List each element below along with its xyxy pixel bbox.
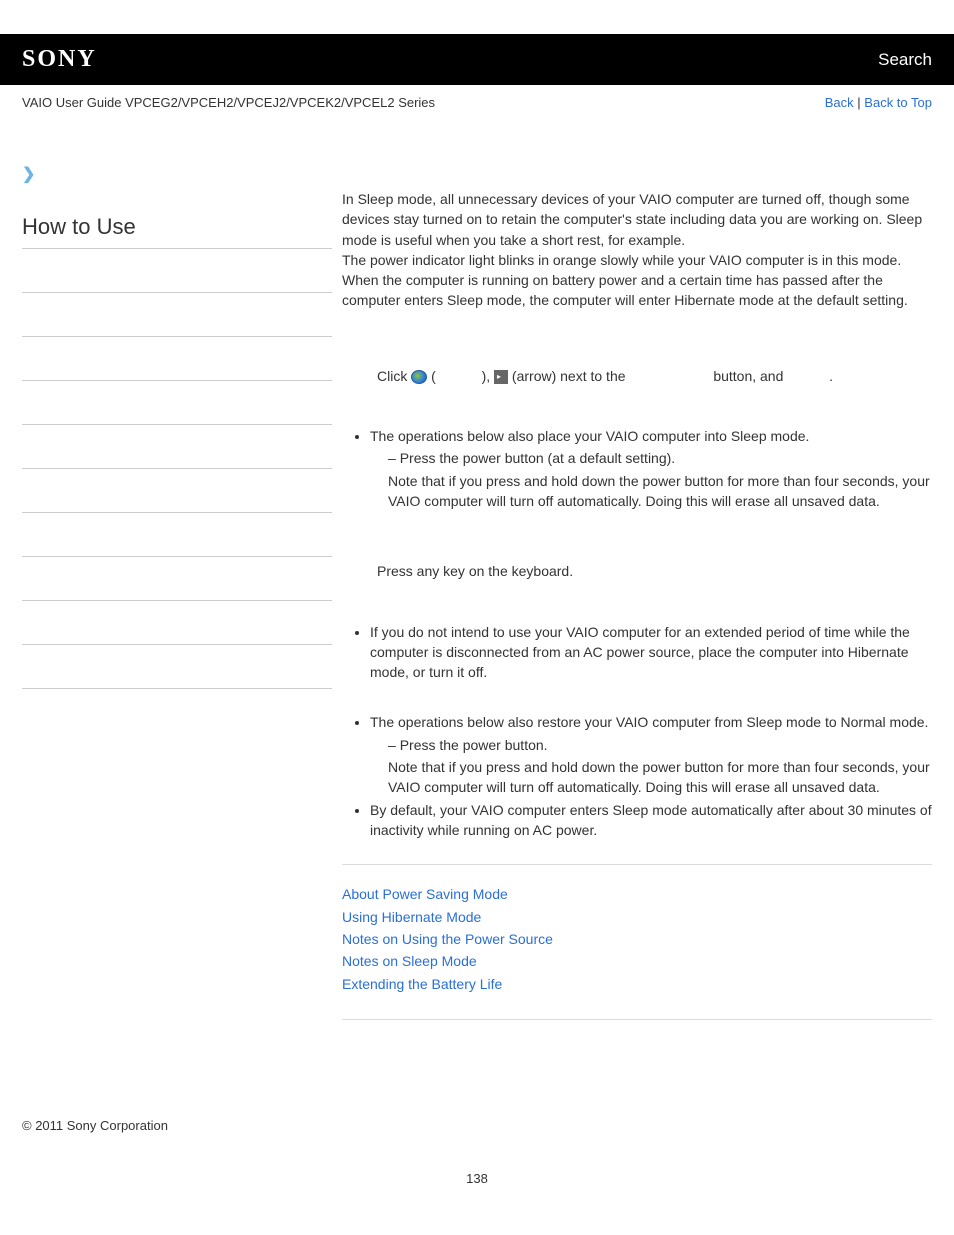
sony-logo: SONY — [22, 46, 97, 73]
instruction-line: Click ( ), (arrow) next to the button, a… — [377, 366, 932, 386]
related-link[interactable]: Notes on Sleep Mode — [342, 950, 932, 972]
text: button, and — [713, 368, 783, 384]
sidebar-title: How to Use — [22, 214, 332, 240]
li-text: The operations below also restore your V… — [370, 714, 928, 730]
text: Click — [377, 368, 411, 384]
back-link[interactable]: Back — [825, 95, 854, 110]
sidebar-item[interactable] — [22, 381, 332, 425]
note-list-1: The operations below also place your VAI… — [370, 426, 932, 511]
content-area: In Sleep mode, all unnecessary devices o… — [332, 164, 932, 1038]
start-icon — [411, 370, 427, 384]
content-divider — [342, 864, 932, 865]
sub-item: Press the power button (at a default set… — [388, 448, 932, 468]
text: ), — [482, 368, 494, 384]
sidebar-item[interactable] — [22, 337, 332, 381]
sidebar-item[interactable] — [22, 425, 332, 469]
content-divider — [342, 1019, 932, 1020]
intro-text-2: The power indicator light blinks in oran… — [342, 250, 932, 311]
related-link[interactable]: About Power Saving Mode — [342, 883, 932, 905]
header-bar: SONY Search — [0, 34, 954, 85]
nav-links: Back | Back to Top — [825, 95, 932, 110]
sidebar-item[interactable] — [22, 557, 332, 601]
related-link[interactable]: Notes on Using the Power Source — [342, 928, 932, 950]
sidebar-item[interactable] — [22, 601, 332, 645]
text: . — [829, 368, 833, 384]
sidebar-item[interactable] — [22, 645, 332, 689]
sub-note: Note that if you press and hold down the… — [388, 757, 932, 798]
chevron-right-icon: ❯ — [22, 164, 332, 184]
footer: © 2011 Sony Corporation — [0, 1098, 954, 1153]
main-area: ❯ How to Use In Sleep mode, all unnecess… — [0, 164, 954, 1038]
sub-item: Press the power button. — [388, 735, 932, 755]
related-link[interactable]: Using Hibernate Mode — [342, 906, 932, 928]
related-link[interactable]: Extending the Battery Life — [342, 973, 932, 995]
text: ( — [431, 368, 436, 384]
sidebar-item[interactable] — [22, 249, 332, 293]
intro-text: In Sleep mode, all unnecessary devices o… — [342, 189, 932, 250]
list-item: The operations below also place your VAI… — [370, 426, 932, 511]
sub-note: Note that if you press and hold down the… — [388, 471, 932, 512]
sub-bar: VAIO User Guide VPCEG2/VPCEH2/VPCEJ2/VPC… — [0, 85, 954, 114]
li-text: The operations below also place your VAI… — [370, 428, 809, 444]
guide-title: VAIO User Guide VPCEG2/VPCEH2/VPCEJ2/VPC… — [22, 95, 435, 110]
related-links: About Power Saving Mode Using Hibernate … — [342, 883, 932, 995]
text: (arrow) next to the — [512, 368, 626, 384]
search-link[interactable]: Search — [878, 50, 932, 70]
sidebar: ❯ How to Use — [22, 164, 332, 1038]
sidebar-item[interactable] — [22, 513, 332, 557]
copyright: © 2011 Sony Corporation — [22, 1118, 168, 1133]
note-list-2: If you do not intend to use your VAIO co… — [370, 622, 932, 683]
list-item: If you do not intend to use your VAIO co… — [370, 622, 932, 683]
page-number: 138 — [0, 1171, 954, 1186]
list-item: The operations below also restore your V… — [370, 712, 932, 797]
sidebar-item[interactable] — [22, 469, 332, 513]
sidebar-item[interactable] — [22, 293, 332, 337]
arrow-icon — [494, 370, 508, 384]
back-to-top-link[interactable]: Back to Top — [864, 95, 932, 110]
resume-instruction: Press any key on the keyboard. — [377, 561, 932, 581]
list-item: By default, your VAIO computer enters Sl… — [370, 800, 932, 841]
note-list-3: The operations below also restore your V… — [370, 712, 932, 840]
